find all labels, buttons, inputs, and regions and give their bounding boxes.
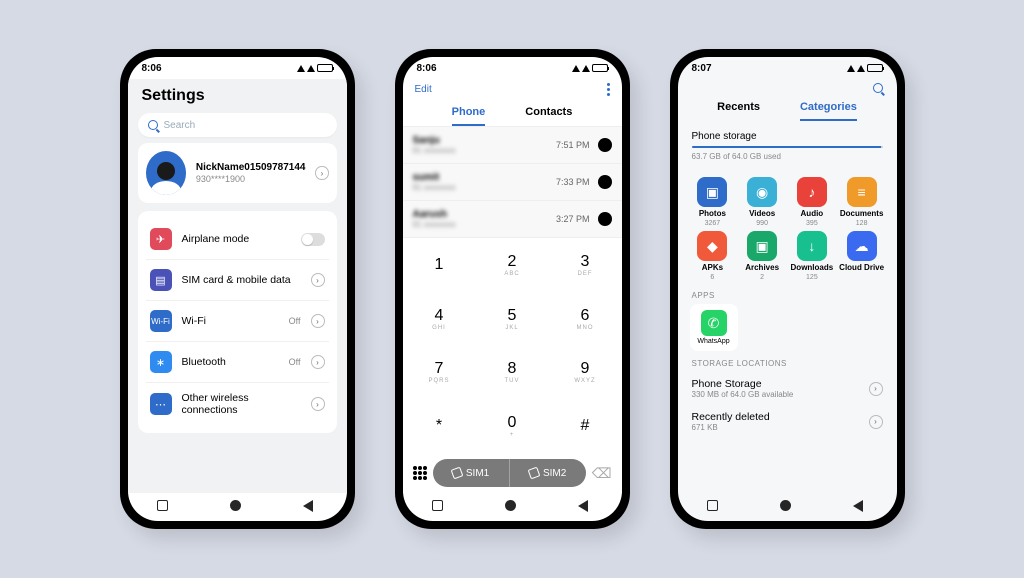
- page-title: Settings: [142, 87, 333, 105]
- phone-settings: 8:06 Settings Search NickName01509787144…: [120, 49, 355, 529]
- key-7[interactable]: 7PQRS: [403, 346, 476, 400]
- chevron-right-icon: ›: [311, 314, 325, 328]
- more-icon: ⋯: [150, 393, 172, 415]
- airplane-toggle[interactable]: [301, 233, 325, 246]
- whatsapp-icon: ✆: [701, 310, 727, 336]
- cat-apks[interactable]: ◆APKs6: [690, 231, 736, 281]
- row-recently-deleted[interactable]: Recently deleted671 KB ›: [690, 405, 885, 438]
- call-pill: SIM1 SIM2: [433, 459, 586, 487]
- navbar: [128, 493, 347, 521]
- tab-recents[interactable]: Recents: [717, 101, 760, 121]
- tab-categories[interactable]: Categories: [800, 101, 857, 121]
- key-#[interactable]: #: [549, 399, 622, 453]
- key-1[interactable]: 1: [403, 238, 476, 292]
- key-8[interactable]: 8TUV: [476, 346, 549, 400]
- row-sim[interactable]: ▤ SIM card & mobile data ›: [146, 260, 329, 301]
- row-phone-storage[interactable]: Phone Storage330 MB of 64.0 GB available…: [690, 372, 885, 405]
- key-2[interactable]: 2ABC: [476, 238, 549, 292]
- clock: 8:06: [142, 63, 162, 74]
- call-row[interactable]: sumit91 xxxxxxxx 7:33 PM: [403, 164, 622, 201]
- tab-phone[interactable]: Phone: [452, 106, 486, 126]
- profile-card[interactable]: NickName01509787144 930****1900 ›: [138, 143, 337, 203]
- navbar: [678, 493, 897, 521]
- nav-home[interactable]: [230, 500, 244, 514]
- nav-home[interactable]: [505, 500, 519, 514]
- backspace-icon[interactable]: ⌫: [592, 465, 612, 482]
- chevron-right-icon: ›: [869, 382, 883, 396]
- info-icon[interactable]: [598, 138, 612, 152]
- cat-photos[interactable]: ▣Photos3267: [690, 177, 736, 227]
- cat-audio[interactable]: ♪Audio395: [789, 177, 835, 227]
- sim-icon: ▤: [150, 269, 172, 291]
- nav-recents[interactable]: [432, 500, 446, 514]
- row-bluetooth[interactable]: ∗ Bluetooth Off ›: [146, 342, 329, 383]
- chevron-right-icon: ›: [311, 273, 325, 287]
- phone-dialer: 8:06 Edit Phone Contacts Sanju91 xxxxxxx…: [395, 49, 630, 529]
- cat-videos[interactable]: ◉Videos990: [739, 177, 785, 227]
- nav-back[interactable]: [578, 500, 592, 514]
- row-airplane-mode[interactable]: ✈ Airplane mode: [146, 219, 329, 260]
- phone-icon: [450, 467, 463, 480]
- info-icon[interactable]: [598, 212, 612, 226]
- dialpad: 12ABC3DEF4GHI5JKL6MNO7PQRS8TUV9WXYZ*0+# …: [403, 238, 622, 493]
- status-bar: 8:06: [128, 57, 347, 79]
- clock: 8:06: [417, 63, 437, 74]
- section-apps: APPS: [692, 291, 883, 300]
- category-grid: ▣Photos3267◉Videos990♪Audio395≡Documents…: [690, 177, 885, 281]
- key-5[interactable]: 5JKL: [476, 292, 549, 346]
- key-*[interactable]: *: [403, 399, 476, 453]
- key-9[interactable]: 9WXYZ: [549, 346, 622, 400]
- chevron-right-icon: ›: [315, 166, 328, 180]
- more-menu-icon[interactable]: [607, 83, 610, 96]
- phone-icon: [528, 467, 541, 480]
- info-icon[interactable]: [598, 175, 612, 189]
- bluetooth-icon: ∗: [150, 351, 172, 373]
- app-whatsapp[interactable]: ✆ WhatsApp: [690, 304, 738, 351]
- section-locations: STORAGE LOCATIONS: [692, 359, 883, 368]
- search-icon: [148, 120, 158, 130]
- settings-group: ✈ Airplane mode ▤ SIM card & mobile data…: [138, 211, 337, 433]
- storage-progress: [692, 146, 883, 148]
- nav-back[interactable]: [853, 500, 867, 514]
- keypad-collapse-icon[interactable]: [413, 466, 427, 480]
- status-bar: 8:07: [678, 57, 897, 79]
- call-sim1[interactable]: SIM1: [433, 459, 510, 487]
- tabs: Phone Contacts: [403, 100, 622, 126]
- storage-summary[interactable]: Phone storage 63.7 GB of 64.0 GB used: [690, 125, 885, 167]
- row-other-wireless[interactable]: ⋯ Other wireless connections ›: [146, 383, 329, 425]
- avatar: [146, 151, 186, 195]
- chevron-right-icon: ›: [311, 355, 325, 369]
- nav-recents[interactable]: [157, 500, 171, 514]
- clock: 8:07: [692, 63, 712, 74]
- key-4[interactable]: 4GHI: [403, 292, 476, 346]
- wifi-icon: Wi-Fi: [150, 310, 172, 332]
- key-3[interactable]: 3DEF: [549, 238, 622, 292]
- call-sim2[interactable]: SIM2: [510, 459, 586, 487]
- navbar: [403, 493, 622, 521]
- cat-downloads[interactable]: ↓Downloads125: [789, 231, 835, 281]
- chevron-right-icon: ›: [869, 415, 883, 429]
- call-row[interactable]: Sanju91 xxxxxxxx 7:51 PM: [403, 127, 622, 164]
- search-icon[interactable]: [873, 83, 883, 93]
- phone-files: 8:07 Recents Categories Phone storage 63…: [670, 49, 905, 529]
- nav-back[interactable]: [303, 500, 317, 514]
- chevron-right-icon: ›: [311, 397, 325, 411]
- cat-cloud drive[interactable]: ☁Cloud Drive: [839, 231, 885, 281]
- cat-documents[interactable]: ≡Documents128: [839, 177, 885, 227]
- call-row[interactable]: Aarush91 xxxxxxxx 3:27 PM: [403, 201, 622, 238]
- key-0[interactable]: 0+: [476, 399, 549, 453]
- call-list: Sanju91 xxxxxxxx 7:51 PM sumit91 xxxxxxx…: [403, 126, 622, 238]
- row-wifi[interactable]: Wi-Fi Wi-Fi Off ›: [146, 301, 329, 342]
- status-bar: 8:06: [403, 57, 622, 79]
- nav-recents[interactable]: [707, 500, 721, 514]
- airplane-icon: ✈: [150, 228, 172, 250]
- edit-button[interactable]: Edit: [415, 84, 432, 95]
- key-6[interactable]: 6MNO: [549, 292, 622, 346]
- tab-contacts[interactable]: Contacts: [525, 106, 572, 126]
- nav-home[interactable]: [780, 500, 794, 514]
- search-input[interactable]: Search: [138, 113, 337, 137]
- cat-archives[interactable]: ▣Archives2: [739, 231, 785, 281]
